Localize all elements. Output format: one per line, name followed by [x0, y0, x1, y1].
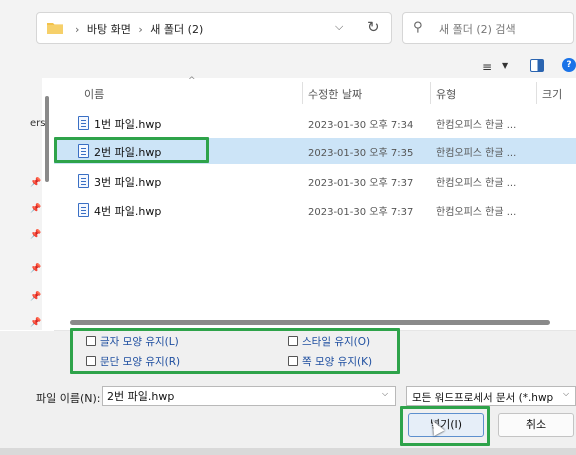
sort-up-icon: ^ — [188, 76, 196, 86]
pin-icon: 📌 — [30, 178, 42, 188]
breadcrumb: › 바탕 화면 › 새 폴더 (2) — [71, 21, 203, 37]
nav-scrollbar[interactable] — [45, 96, 49, 182]
file-type: 한컴오피스 한글 ... — [436, 148, 517, 159]
file-name: 4번 파일.hwp — [94, 205, 162, 218]
column-header-date[interactable]: 수정한 날짜 — [308, 86, 362, 102]
column-divider[interactable] — [430, 82, 431, 104]
breadcrumb-item-desktop[interactable]: 바탕 화면 — [87, 23, 131, 36]
file-row[interactable]: 4번 파일.hwp 2023-01-30 오후 7:37 한컴오피스 한글 ..… — [54, 197, 576, 223]
pin-icon: 📌 — [30, 318, 42, 328]
column-header-size[interactable]: 크기 — [542, 86, 562, 102]
file-type: 한컴오피스 한글 ... — [436, 120, 517, 131]
file-name: 3번 파일.hwp — [94, 176, 162, 189]
file-date: 2023-01-30 오후 7:34 — [308, 120, 414, 131]
chevron-down-icon[interactable]: ▼ — [502, 61, 508, 70]
column-divider[interactable] — [302, 82, 303, 104]
file-date: 2023-01-30 오후 7:37 — [308, 178, 414, 189]
column-divider[interactable] — [536, 82, 537, 104]
search-box[interactable]: ⚲ 새 폴더 (2) 검색 — [402, 12, 574, 44]
chevron-down-icon[interactable]: ⌵ — [382, 389, 388, 399]
breadcrumb-item-new-folder[interactable]: 새 폴더 (2) — [150, 23, 203, 36]
filename-label: 파일 이름(N): — [36, 392, 101, 405]
file-row[interactable]: 3번 파일.hwp 2023-01-30 오후 7:37 한컴오피스 한글 ..… — [54, 168, 576, 194]
search-icon: ⚲ — [413, 20, 423, 35]
filetype-select[interactable]: 모든 워드프로세서 문서 (*.hwp — [406, 386, 576, 406]
search-placeholder: 새 폴더 (2) 검색 — [439, 23, 516, 36]
pin-icon: 📌 — [30, 292, 42, 302]
pin-icon: 📌 — [30, 230, 42, 240]
file-date: 2023-01-30 오후 7:37 — [308, 207, 414, 218]
chevron-down-icon[interactable]: ⌵ — [563, 389, 569, 399]
address-bar[interactable]: › 바탕 화면 › 새 폴더 (2) ⌵ ↻ — [36, 12, 392, 44]
refresh-icon[interactable]: ↻ — [367, 18, 380, 36]
nav-item-fragment[interactable]: ers — [30, 118, 45, 129]
chevron-down-icon[interactable]: ⌵ — [335, 20, 343, 34]
folder-icon — [47, 23, 63, 34]
horizontal-scrollbar[interactable] — [70, 320, 550, 325]
chevron-right-icon: › — [75, 23, 80, 36]
column-header-name[interactable]: 이름 — [84, 86, 104, 102]
pin-icon: 📌 — [30, 264, 42, 274]
column-header-type[interactable]: 유형 — [436, 86, 456, 102]
file-name: 1번 파일.hwp — [94, 118, 162, 131]
pin-icon: 📌 — [30, 204, 42, 214]
file-type: 한컴오피스 한글 ... — [436, 207, 517, 218]
highlight-insert-button — [400, 406, 490, 446]
file-date: 2023-01-30 오후 7:35 — [308, 148, 414, 159]
hwp-file-icon — [78, 174, 89, 188]
hwp-file-icon — [78, 203, 89, 217]
chevron-right-icon: › — [138, 23, 143, 36]
window-bottom-edge — [0, 448, 576, 455]
help-icon[interactable]: ? — [562, 58, 576, 72]
file-row[interactable]: 1번 파일.hwp 2023-01-30 오후 7:34 한컴오피스 한글 ..… — [54, 110, 576, 136]
filename-input[interactable] — [102, 386, 396, 406]
highlight-options — [70, 328, 400, 374]
file-type: 한컴오피스 한글 ... — [436, 178, 517, 189]
highlight-selected-file — [54, 137, 209, 163]
preview-pane-icon[interactable] — [530, 59, 544, 72]
view-list-icon[interactable]: ≡ — [482, 60, 492, 74]
hwp-file-icon — [78, 116, 89, 130]
cancel-button[interactable]: 취소 — [498, 413, 574, 437]
